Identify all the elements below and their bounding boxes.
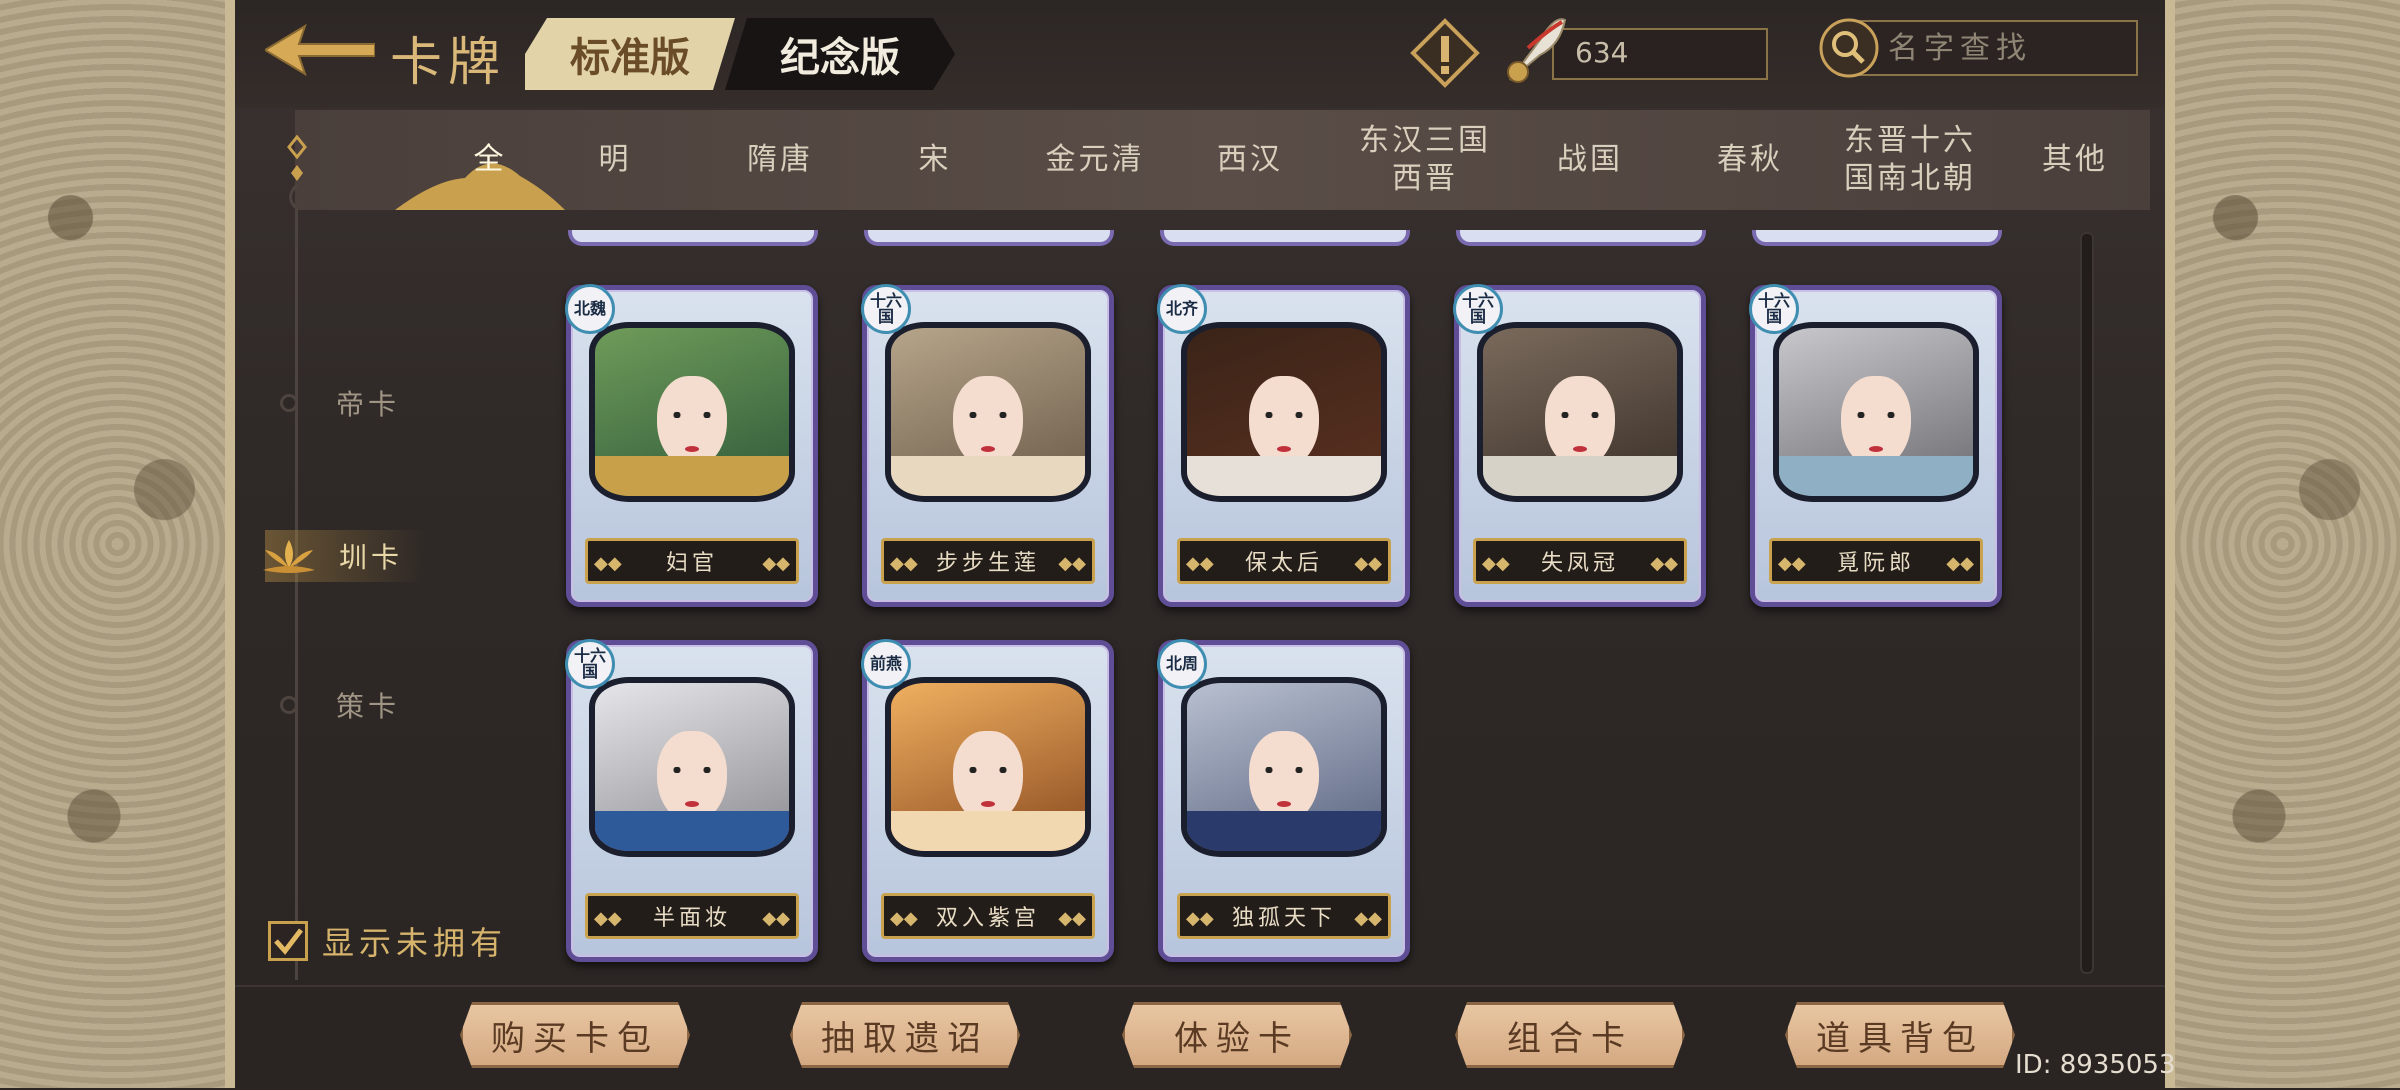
partial-card[interactable] — [1160, 230, 1410, 246]
card-item[interactable]: 十六国 ◆◆ 步步生莲 ◆◆ — [861, 284, 1114, 607]
card-portrait — [589, 322, 795, 502]
card-item[interactable]: 北齐 ◆◆ 保太后 ◆◆ — [1157, 284, 1410, 607]
card-name: 步步生莲 — [935, 551, 1040, 576]
search-input[interactable] — [1886, 26, 2130, 70]
dynasty-badge: 北魏 — [565, 284, 615, 334]
category-jinyuanqing[interactable]: 金元清 — [1015, 110, 1175, 210]
search-bar — [1818, 18, 2140, 78]
category-all[interactable]: 全 — [435, 110, 545, 210]
alert-icon[interactable] — [1410, 18, 1480, 88]
card-item[interactable]: 前燕 ◆◆ 双入紫宫 ◆◆ — [861, 639, 1114, 962]
card-name: 双入紫宫 — [935, 906, 1040, 931]
currency-value: 634 — [1575, 36, 1629, 69]
card-name: 保太后 — [1244, 551, 1323, 576]
card-name: 失凤冠 — [1540, 551, 1619, 576]
partial-card[interactable] — [568, 230, 818, 246]
tab-commemorative-version[interactable]: 纪念版 — [725, 18, 955, 90]
card-nameplate: ◆◆ 双入紫宫 ◆◆ — [881, 893, 1095, 939]
user-id: ID: 8935053 — [2015, 1050, 2176, 1080]
left-ornamental-border — [0, 0, 235, 1088]
partial-card[interactable] — [1752, 230, 2002, 246]
search-icon[interactable] — [1818, 18, 1880, 78]
card-portrait — [1773, 322, 1979, 502]
right-ornamental-border — [2165, 0, 2400, 1088]
dynasty-badge: 北齐 — [1157, 284, 1207, 334]
card-portrait — [1181, 322, 1387, 502]
card-grid-scrollbar[interactable] — [2080, 232, 2094, 974]
card-portrait — [885, 322, 1091, 502]
card-item[interactable]: 十六国 ◆◆ 失凤冠 ◆◆ — [1453, 284, 1706, 607]
category-song[interactable]: 宋 — [875, 110, 995, 210]
card-nameplate: ◆◆ 失凤冠 ◆◆ — [1473, 538, 1687, 584]
card-nameplate: ◆◆ 覓阮郎 ◆◆ — [1769, 538, 1983, 584]
partial-card[interactable] — [864, 230, 1114, 246]
card-portrait — [1181, 677, 1387, 857]
category-ming[interactable]: 明 — [555, 110, 675, 210]
dynasty-badge: 前燕 — [861, 639, 911, 689]
item-bag-button[interactable]: 道具背包 — [1785, 1002, 2015, 1068]
rarity-timeline-line — [295, 210, 298, 980]
top-bar: 卡牌 标准版 纪念版 634 — [235, 0, 2165, 108]
category-other[interactable]: 其他 — [2015, 110, 2135, 210]
dynasty-badge: 十六国 — [861, 284, 911, 334]
dynasty-badge: 十六国 — [1453, 284, 1503, 334]
dynasty-badge: 十六国 — [565, 639, 615, 689]
page-title: 卡牌 — [390, 33, 507, 93]
draw-edict-button[interactable]: 抽取遗诏 — [790, 1002, 1020, 1068]
card-portrait — [885, 677, 1091, 857]
card-name: 妇官 — [665, 551, 718, 576]
buy-card-pack-button[interactable]: 购买卡包 — [460, 1002, 690, 1068]
card-item[interactable]: 北周 ◆◆ 独孤天下 ◆◆ — [1157, 639, 1410, 962]
currency-display: 634 — [1500, 10, 1780, 90]
checkmark-icon — [274, 928, 303, 955]
card-item[interactable]: 北魏 ◆◆ 妇官 ◆◆ — [565, 284, 818, 607]
card-portrait — [1477, 322, 1683, 502]
card-name: 覓阮郎 — [1836, 551, 1915, 576]
card-item[interactable]: 十六国 ◆◆ 半面妆 ◆◆ — [565, 639, 818, 962]
dynasty-badge: 北周 — [1157, 639, 1207, 689]
category-zhanguo[interactable]: 战国 — [1530, 110, 1650, 210]
card-nameplate: ◆◆ 步步生莲 ◆◆ — [881, 538, 1095, 584]
feather-token-icon — [1507, 18, 1567, 83]
card-nameplate: ◆◆ 独孤天下 ◆◆ — [1177, 893, 1391, 939]
card-nameplate: ◆◆ 半面妆 ◆◆ — [585, 893, 799, 939]
category-xihan[interactable]: 西汉 — [1190, 110, 1310, 210]
diamond-ornament-icon — [287, 135, 307, 211]
combo-card-button[interactable]: 组合卡 — [1455, 1002, 1685, 1068]
dynasty-badge: 十六国 — [1749, 284, 1799, 334]
lotus-icon — [263, 540, 315, 573]
back-arrow-icon[interactable] — [265, 22, 375, 78]
card-nameplate: ◆◆ 妇官 ◆◆ — [585, 538, 799, 584]
card-item[interactable]: 十六国 ◆◆ 覓阮郎 ◆◆ — [1749, 284, 2002, 607]
tab-standard-version[interactable]: 标准版 — [525, 18, 735, 90]
card-grid: 北魏 ◆◆ 妇官 ◆◆ 十六国 ◆◆ 步步生莲 ◆◆ 北齐 ◆◆ 保太后 ◆◆ 十六国 ◆ — [330, 230, 2040, 990]
card-name: 半面妆 — [652, 906, 731, 931]
category-donghan-sanguo-xijin[interactable]: 东汉三国 西晋 — [1340, 110, 1510, 210]
category-chunqiu[interactable]: 春秋 — [1690, 110, 1810, 210]
category-bar: 全 明 隋唐 宋 金元清 西汉 东汉三国 西晋 战国 春秋 东晋十六 国南北朝 … — [295, 110, 2150, 210]
category-dongjin-nanbeichao[interactable]: 东晋十六 国南北朝 — [1825, 110, 1995, 210]
show-unowned-checkbox[interactable] — [268, 921, 308, 961]
card-portrait — [589, 677, 795, 857]
card-nameplate: ◆◆ 保太后 ◆◆ — [1177, 538, 1391, 584]
card-name: 独孤天下 — [1231, 906, 1336, 931]
trial-card-button[interactable]: 体验卡 — [1122, 1002, 1352, 1068]
category-suitang[interactable]: 隋唐 — [710, 110, 850, 210]
partial-card[interactable] — [1456, 230, 1706, 246]
